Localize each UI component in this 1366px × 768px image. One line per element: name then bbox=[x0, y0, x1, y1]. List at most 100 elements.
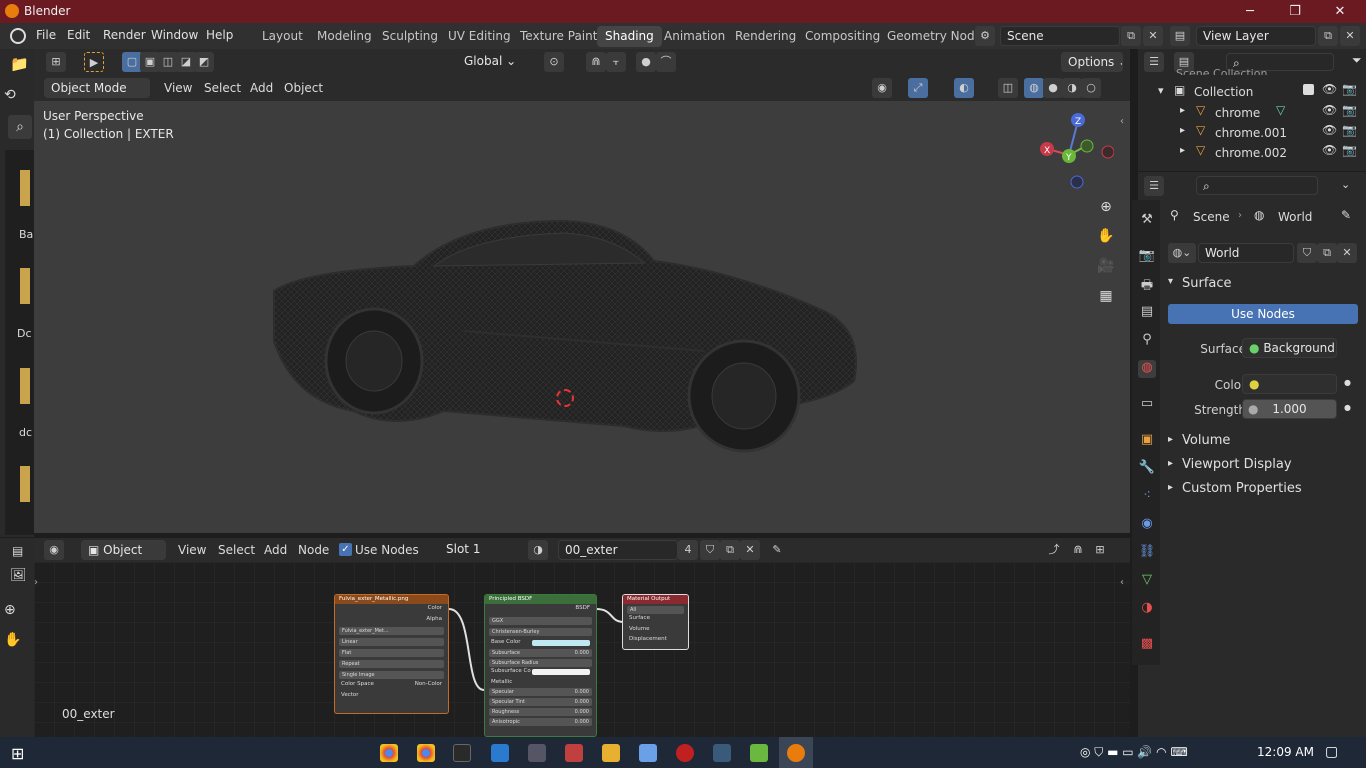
select-invert-icon[interactable]: ◪ bbox=[176, 52, 196, 72]
material-browse-icon[interactable]: ◑ bbox=[528, 540, 548, 560]
texture-tab-icon[interactable]: ▩ bbox=[1138, 636, 1156, 654]
source-dropdown[interactable]: Single Image bbox=[339, 671, 444, 679]
vscode-icon[interactable] bbox=[491, 744, 509, 762]
render-tab-icon[interactable]: 📷 bbox=[1138, 248, 1156, 266]
perspective-toggle-icon[interactable]: ▦ bbox=[1094, 284, 1118, 308]
maximize-button[interactable]: ❐ bbox=[1275, 2, 1315, 21]
render-camera-icon[interactable]: 📷 bbox=[1342, 143, 1357, 157]
expand-icon[interactable]: ▸ bbox=[1180, 125, 1185, 136]
file-thumbnail[interactable] bbox=[20, 466, 30, 502]
chrome-icon[interactable] bbox=[417, 744, 435, 762]
world-tab-icon[interactable]: ◍ bbox=[1138, 360, 1156, 378]
menu-help[interactable]: Help bbox=[206, 28, 233, 42]
pan-hand-icon[interactable]: ✋ bbox=[1094, 224, 1118, 248]
proportional-edit-icon[interactable]: ● bbox=[636, 52, 656, 72]
tab-texture-paint[interactable]: Texture Paint bbox=[512, 26, 605, 47]
viewport-display-section-title[interactable]: Viewport Display bbox=[1182, 457, 1292, 472]
select-box-tool-icon[interactable]: ▶ bbox=[84, 52, 104, 72]
constraints-tab-icon[interactable]: ⛓ bbox=[1138, 544, 1156, 562]
xray-icon[interactable]: ◫ bbox=[998, 78, 1018, 98]
solid-shading-icon[interactable]: ● bbox=[1043, 78, 1063, 98]
tab-modeling[interactable]: Modeling bbox=[309, 26, 380, 47]
snap-icon[interactable]: ⋒ bbox=[586, 52, 606, 72]
outliner-item[interactable]: chrome.002 bbox=[1215, 146, 1287, 160]
image-texture-node[interactable]: Fulvia_exter_Metallic.png Color Alpha Fu… bbox=[334, 594, 449, 714]
interpolation-dropdown[interactable]: Linear bbox=[339, 638, 444, 646]
menu-window[interactable]: Window bbox=[151, 28, 198, 42]
unlink-material-icon[interactable]: ✕ bbox=[740, 540, 760, 560]
object-mode-dropdown[interactable]: Object Mode bbox=[44, 78, 150, 98]
new-view-layer-icon[interactable]: ⧉ bbox=[1318, 26, 1338, 46]
scene-tab-icon[interactable]: ⚲ bbox=[1138, 332, 1156, 350]
camera-view-icon[interactable]: 🎥 bbox=[1094, 254, 1118, 278]
visibility-eye-icon[interactable]: 👁 bbox=[1322, 82, 1337, 96]
clock[interactable]: 12:09 AM bbox=[1257, 745, 1314, 759]
navigation-gizmo[interactable]: Z X Y bbox=[1034, 109, 1114, 189]
outliner-item[interactable]: chrome.001 bbox=[1215, 126, 1287, 140]
collection-checkbox[interactable] bbox=[1303, 84, 1314, 95]
extension-dropdown[interactable]: Repeat bbox=[339, 660, 444, 668]
blender-taskbar-icon[interactable] bbox=[787, 744, 805, 762]
tray-icons[interactable]: ◎ ⛉ ▬ ▭ 🔊 ◠ ⌨ bbox=[1080, 745, 1188, 760]
notepad-icon[interactable] bbox=[639, 744, 657, 762]
material-slot-dropdown[interactable]: Slot 1 bbox=[440, 540, 522, 560]
volume-section-title[interactable]: Volume bbox=[1182, 433, 1230, 448]
output-tab-icon[interactable]: 🖶 bbox=[1138, 276, 1156, 294]
node-snap-icon[interactable]: ⋒ bbox=[1068, 540, 1088, 560]
tab-geometry-nodes[interactable]: Geometry Nod bbox=[879, 26, 983, 47]
select-extend-icon[interactable]: ▣ bbox=[140, 52, 160, 72]
fake-user-icon[interactable]: ⛉ bbox=[1297, 243, 1317, 263]
strength-field[interactable]: ● 1.000 bbox=[1242, 399, 1337, 419]
bsdf-input-row[interactable]: Base Color bbox=[485, 638, 596, 649]
outliner-editor-type-icon[interactable]: ☰ bbox=[1144, 52, 1164, 72]
tab-layout[interactable]: Layout bbox=[254, 26, 311, 47]
bsdf-input-row[interactable]: Subsurface Co bbox=[485, 667, 596, 678]
start-icon[interactable]: ⊞ bbox=[11, 744, 24, 763]
wireframe-shading-icon[interactable]: ◍ bbox=[1024, 78, 1044, 98]
use-nodes-checkbox[interactable]: ✓ bbox=[339, 543, 352, 556]
chrome-icon[interactable] bbox=[380, 744, 398, 762]
bsdf-input-row[interactable]: Specular 0.000 bbox=[489, 688, 592, 696]
world-browse-icon[interactable]: ◍⌄ bbox=[1168, 243, 1196, 263]
scene-selector-icon[interactable]: ⚙ bbox=[975, 26, 995, 46]
color-space-row[interactable]: Color Space Non-Color bbox=[335, 680, 448, 691]
use-nodes-button[interactable]: Use Nodes bbox=[1168, 304, 1358, 324]
subsurface-method-dropdown[interactable]: Christensen-Burley bbox=[489, 627, 592, 636]
file-thumbnail[interactable] bbox=[20, 368, 30, 404]
material-output-node[interactable]: Material Output All Surface Volume Displ… bbox=[622, 594, 689, 650]
surface-shader-field[interactable]: ● Background bbox=[1242, 338, 1337, 358]
image-icon[interactable]: 🖼 bbox=[10, 568, 27, 583]
node-menu-node[interactable]: Node bbox=[298, 543, 329, 557]
search-icon[interactable]: ⌕ bbox=[8, 115, 32, 139]
pivot-point-icon[interactable]: ⊙ bbox=[544, 52, 564, 72]
new-world-icon[interactable]: ⧉ bbox=[1317, 243, 1337, 263]
render-camera-icon[interactable]: 📷 bbox=[1342, 123, 1357, 137]
hand-pan-icon[interactable]: ✋ bbox=[4, 632, 21, 648]
3d-cursor-icon[interactable] bbox=[556, 389, 574, 407]
custom-properties-expand-icon[interactable]: ▸ bbox=[1168, 482, 1173, 493]
bsdf-input-row[interactable]: Specular Tint 0.000 bbox=[489, 698, 592, 706]
bsdf-input-row[interactable]: Anisotropic 0.000 bbox=[489, 718, 592, 726]
view-layer-icon[interactable]: ▤ bbox=[1170, 26, 1190, 46]
new-material-icon[interactable]: ⧉ bbox=[720, 540, 740, 560]
editor-type-icon[interactable]: ⊞ bbox=[46, 52, 66, 72]
principled-bsdf-node[interactable]: Principled BSDF BSDF GGX Christensen-Bur… bbox=[484, 594, 597, 737]
scene-collection-row[interactable]: Scene Collection bbox=[1176, 67, 1267, 75]
unlink-world-icon[interactable]: ✕ bbox=[1337, 243, 1357, 263]
visibility-eye-icon[interactable]: 👁 bbox=[1322, 103, 1337, 117]
minecraft-icon[interactable] bbox=[750, 744, 768, 762]
delete-view-layer-icon[interactable]: ✕ bbox=[1340, 26, 1360, 46]
transform-orientation-dropdown[interactable]: Global ⌄ bbox=[458, 52, 534, 72]
bsdf-input-row[interactable]: Subsurface 0.000 bbox=[489, 649, 592, 657]
color-keyframe-icon[interactable]: ● bbox=[1344, 378, 1351, 387]
menu-add[interactable]: Add bbox=[250, 81, 273, 95]
rendered-shading-icon[interactable]: ○ bbox=[1081, 78, 1101, 98]
bsdf-input-row[interactable]: Subsurface Radius bbox=[489, 659, 592, 667]
app-icon[interactable] bbox=[565, 744, 583, 762]
outliner-item[interactable]: chrome bbox=[1215, 106, 1260, 120]
3d-viewport[interactable]: User Perspective (1) Collection | EXTER … bbox=[34, 101, 1130, 533]
strength-keyframe-icon[interactable]: ● bbox=[1344, 403, 1351, 412]
pin-node-tree-icon[interactable]: ✎ bbox=[767, 540, 787, 560]
node-snap-target-icon[interactable]: ⊞ bbox=[1090, 540, 1110, 560]
material-name-field[interactable]: 00_exter bbox=[558, 540, 678, 560]
